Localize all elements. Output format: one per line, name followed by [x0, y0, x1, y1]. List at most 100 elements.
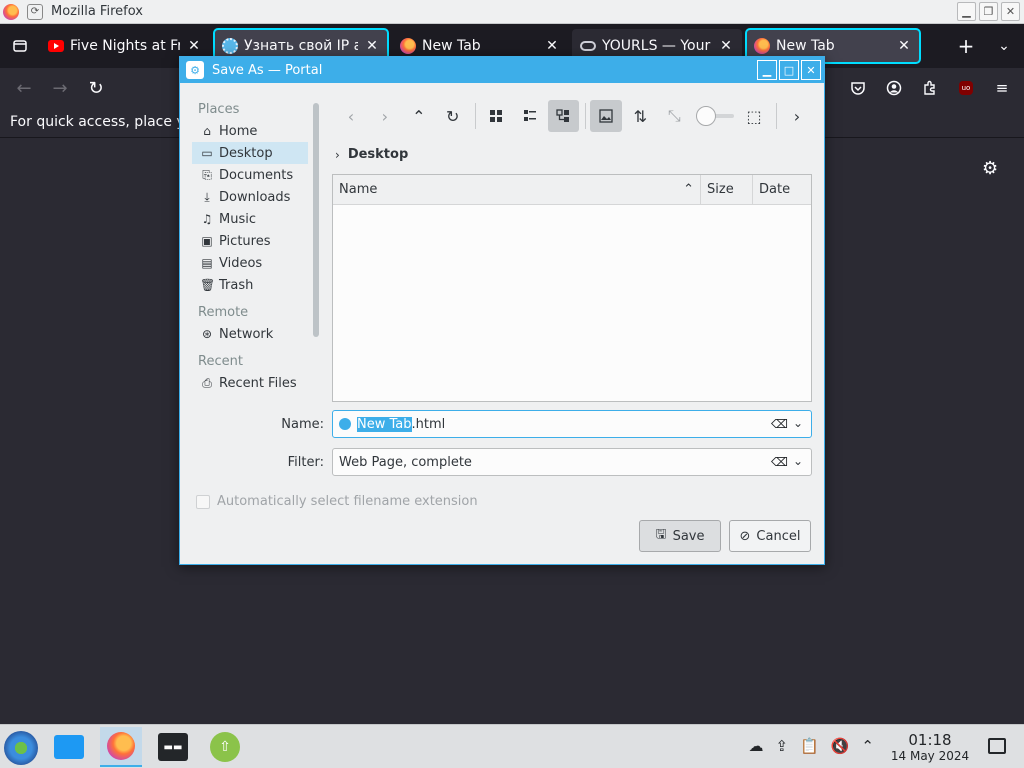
clipboard-icon[interactable]: 📋: [800, 737, 819, 755]
forward-button[interactable]: ›: [369, 100, 401, 132]
filter-combobox[interactable]: Web Page, complete ⌫ ⌄: [332, 448, 812, 476]
tab-close-icon[interactable]: ✕: [544, 38, 560, 54]
firefox-icon: [400, 38, 416, 54]
ublock-button[interactable]: uo: [950, 72, 982, 104]
pin-icon[interactable]: ⟳: [27, 3, 43, 20]
save-icon: 🖫: [655, 527, 667, 542]
network-icon: ⊛: [201, 327, 213, 341]
column-name[interactable]: Name ⌃: [333, 175, 701, 204]
cloud-upload-icon: ⇧: [210, 732, 240, 762]
select-area-button[interactable]: ⬚: [738, 100, 770, 132]
desktop-icon: ▭: [201, 146, 213, 160]
place-pictures[interactable]: ▣ Pictures: [192, 230, 308, 252]
documents-icon: ⎘: [202, 167, 212, 182]
auto-extension-option: Automatically select filename extension: [196, 494, 478, 509]
home-icon: ⌂: [203, 124, 211, 138]
web-page-icon: [339, 418, 351, 430]
terminal-icon: ▬▬: [158, 733, 188, 761]
taskbar-cloud-app[interactable]: ⇧: [204, 727, 246, 767]
more-options-button[interactable]: ›: [781, 100, 813, 132]
column-size[interactable]: Size: [701, 175, 753, 204]
place-documents[interactable]: ⎘ Documents: [192, 164, 308, 186]
filter-label: Filter:: [287, 454, 324, 470]
tree-view-button[interactable]: [547, 100, 580, 132]
place-home[interactable]: ⌂ Home: [192, 120, 308, 142]
clock-time: 01:18: [908, 731, 952, 749]
dialog-close-button[interactable]: ✕: [801, 60, 821, 80]
place-desktop[interactable]: ▭ Desktop: [192, 142, 308, 164]
firefox-view-button[interactable]: [0, 24, 40, 68]
maximize-button[interactable]: ❐: [979, 2, 998, 21]
icons-view-button[interactable]: [480, 100, 512, 132]
place-music[interactable]: ♫ Music: [192, 208, 308, 230]
place-network[interactable]: ⊛ Network: [192, 323, 308, 345]
portal-app-icon: ⚙: [186, 61, 204, 79]
chevron-down-icon[interactable]: ⌄: [793, 454, 807, 468]
window-title: Mozilla Firefox: [51, 4, 143, 19]
parent-folder-button[interactable]: ⌃: [403, 100, 435, 132]
sort-button[interactable]: ⇅: [624, 100, 656, 132]
place-recent-files[interactable]: ⎙ Recent Files: [192, 372, 308, 394]
name-row: Name: New Tab .html ⌫ ⌄: [240, 410, 812, 438]
dialog-minimize-button[interactable]: ▁: [757, 60, 777, 80]
place-downloads[interactable]: ⤓ Downloads: [192, 186, 308, 208]
filename-input[interactable]: New Tab .html ⌫ ⌄: [332, 410, 812, 438]
clear-text-icon[interactable]: ⌫: [771, 455, 788, 469]
file-list[interactable]: Name ⌃ Size Date: [332, 174, 812, 402]
back-button[interactable]: ‹: [335, 100, 367, 132]
column-date[interactable]: Date: [753, 175, 811, 204]
cloud-sync-icon[interactable]: ☁: [748, 737, 763, 755]
save-button[interactable]: 🖫 Save: [639, 520, 721, 552]
zoom-reset-button[interactable]: ⤡: [658, 100, 690, 132]
pocket-button[interactable]: [842, 72, 874, 104]
show-desktop-button[interactable]: [988, 738, 1006, 754]
tab-close-icon[interactable]: ✕: [186, 38, 202, 54]
tray-expand-icon[interactable]: ⌃: [861, 737, 874, 755]
tab-close-icon[interactable]: ✕: [718, 38, 734, 54]
clear-text-icon[interactable]: ⌫: [771, 417, 788, 431]
reload-button[interactable]: ↻: [437, 100, 469, 132]
ublock-icon: uo: [959, 81, 973, 95]
menu-button[interactable]: ≡: [986, 72, 1018, 104]
account-icon: [886, 80, 902, 96]
places-scrollbar[interactable]: [313, 103, 319, 337]
place-trash[interactable]: 🗑 Trash: [192, 274, 308, 296]
compact-view-button[interactable]: [514, 100, 546, 132]
save-as-dialog: ⚙ Save As — Portal ▁ □ ✕ Places ⌂ Home ▭ D…: [179, 56, 825, 565]
firefox-logo-icon: [3, 3, 19, 20]
close-button[interactable]: ✕: [1001, 2, 1020, 21]
icon-size-slider[interactable]: [696, 106, 735, 126]
taskbar-file-manager[interactable]: [48, 727, 90, 767]
volume-muted-icon[interactable]: 🔇: [831, 737, 850, 755]
cancel-button[interactable]: ⊘ Cancel: [729, 520, 811, 552]
update-icon[interactable]: ⇪: [775, 737, 788, 755]
clock[interactable]: 01:18 14 May 2024: [890, 731, 970, 763]
reload-button[interactable]: ↻: [78, 72, 114, 104]
tab-close-icon[interactable]: ✕: [896, 38, 912, 54]
chevron-down-icon[interactable]: ⌄: [793, 416, 807, 430]
taskbar-firefox[interactable]: [100, 727, 142, 767]
place-videos[interactable]: ▤ Videos: [192, 252, 308, 274]
recent-section-header: Recent: [198, 354, 243, 369]
list-all-tabs-button[interactable]: ⌄: [984, 28, 1024, 64]
trash-icon: 🗑: [200, 278, 216, 292]
remote-section-header: Remote: [198, 305, 249, 320]
account-button[interactable]: [878, 72, 910, 104]
newtab-settings-gear-icon[interactable]: ⚙: [982, 158, 998, 179]
recent-files-icon: ⎙: [202, 375, 212, 390]
forward-button[interactable]: →: [42, 72, 78, 104]
auto-extension-checkbox[interactable]: [196, 494, 210, 509]
back-button[interactable]: ←: [6, 72, 42, 104]
start-menu-button[interactable]: [4, 731, 38, 765]
extensions-button[interactable]: [914, 72, 946, 104]
folder-icon: [54, 735, 84, 759]
breadcrumb[interactable]: › Desktop: [335, 147, 408, 162]
dialog-maximize-button[interactable]: □: [779, 60, 799, 80]
new-tab-button[interactable]: +: [948, 28, 984, 64]
preview-button[interactable]: [590, 100, 623, 132]
taskbar-terminal[interactable]: ▬▬: [152, 727, 194, 767]
tab-close-icon[interactable]: ✕: [364, 38, 380, 54]
minimize-button[interactable]: ▁: [957, 2, 976, 21]
tree-view-icon: [556, 109, 570, 122]
downloads-icon: ⤓: [204, 189, 210, 204]
